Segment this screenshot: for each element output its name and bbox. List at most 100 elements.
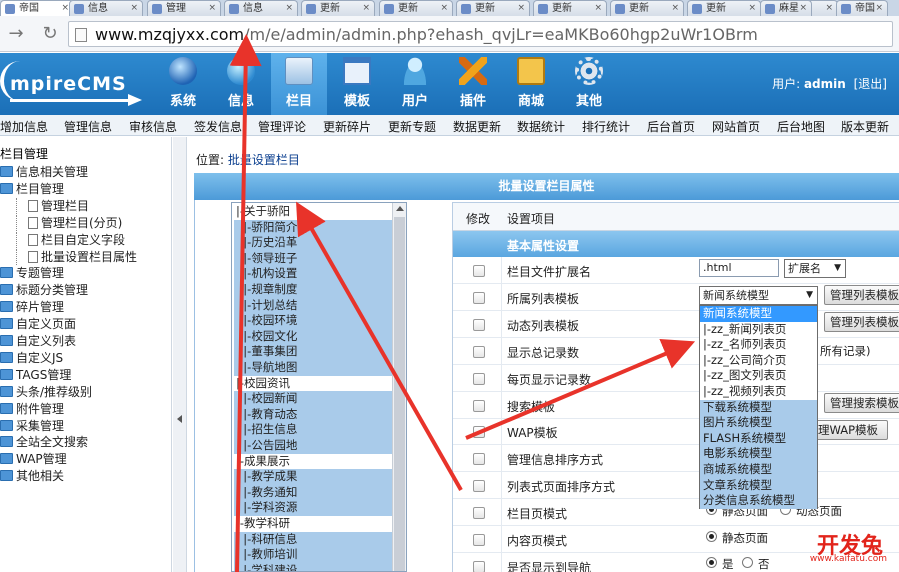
browser-tab[interactable]: 更新 × xyxy=(379,0,453,16)
quick-menu-link[interactable]: 管理评论 xyxy=(258,118,306,135)
sidebar-item[interactable]: 管理栏目(分页) xyxy=(16,214,122,231)
scroll-up-icon[interactable] xyxy=(396,206,404,211)
nav-no-radio[interactable] xyxy=(742,557,753,568)
list-template-dropdown[interactable]: 新闻系统模型 |-zz_新闻列表页 |-zz_名师列表页 |-zz_公司简介页 |-zz… xyxy=(699,305,818,509)
sidebar-item[interactable]: 自定义列表 xyxy=(0,333,76,349)
tab-close-icon[interactable]: × xyxy=(130,1,138,16)
tab-close-icon[interactable]: × xyxy=(594,1,602,16)
dropdown-option[interactable]: |-zz_名师列表页 xyxy=(700,337,817,353)
file-ext-select[interactable]: 扩展名 ▼ xyxy=(784,259,846,278)
reload-icon[interactable]: ↻ xyxy=(38,22,62,46)
sidebar-item[interactable]: WAP管理 xyxy=(0,451,67,467)
category-option[interactable]: |-关于骄阳 xyxy=(234,204,392,220)
category-option[interactable]: |-校园文化 xyxy=(234,328,392,345)
quick-menu-link[interactable]: 网站首页 xyxy=(712,118,760,135)
tab-close-icon[interactable]: × xyxy=(799,1,807,16)
tab-close-icon[interactable]: × xyxy=(875,1,883,16)
browser-tab[interactable]: 更新 × xyxy=(610,0,684,16)
sidebar-item[interactable]: 自定义JS xyxy=(0,350,63,366)
category-option[interactable]: |-机构设置 xyxy=(234,266,392,282)
dropdown-option[interactable]: 商城系统模型 xyxy=(700,462,817,478)
sidebar-item[interactable]: 信息相关管理 xyxy=(0,164,88,180)
category-option[interactable]: |-学科建设 xyxy=(234,562,392,571)
category-multiselect[interactable]: |-学科建设 |-教师培训 |-科研信息 |-教学科研 |-学科资源 |-教务通知… xyxy=(231,202,407,572)
sidebar-item[interactable]: 头条/推荐级别 xyxy=(0,384,92,400)
category-option[interactable]: |-领导班子 xyxy=(234,250,392,267)
category-option[interactable]: |-校园环境 xyxy=(234,313,392,329)
file-ext-input[interactable]: .html xyxy=(699,259,779,277)
back-arrow-icon[interactable]: → xyxy=(4,22,28,46)
modify-checkbox[interactable] xyxy=(473,265,485,277)
dropdown-option[interactable]: 图片系统模型 xyxy=(700,415,817,431)
sidebar-item[interactable]: 碎片管理 xyxy=(0,299,64,315)
sidebar-item[interactable]: 其他相关 xyxy=(0,468,64,484)
nav-item[interactable]: 插件 xyxy=(445,53,501,115)
quick-menu-link[interactable]: 数据更新 xyxy=(453,118,501,135)
sidebar-item[interactable]: 附件管理 xyxy=(0,401,64,417)
sidebar-item[interactable]: 专题管理 xyxy=(0,265,64,281)
manage-wap-template-button[interactable]: 理WAP模板 xyxy=(812,420,888,440)
quick-menu-link[interactable]: 版本更新 xyxy=(841,118,889,135)
tab-close-icon[interactable]: × xyxy=(440,1,448,16)
sidebar-item[interactable]: 采集管理 xyxy=(0,418,64,434)
browser-tab[interactable]: 帝国 × xyxy=(0,0,74,16)
category-option[interactable]: |-计划总结 xyxy=(234,297,392,314)
category-option[interactable]: |-骄阳简介 xyxy=(234,219,392,236)
category-option[interactable]: |-教师培训 xyxy=(234,547,392,563)
category-option[interactable]: |-教务通知 xyxy=(234,484,392,501)
tab-close-icon[interactable]: × xyxy=(748,1,756,16)
address-bar[interactable]: www.mzqjyxx.com/m/e/admin/admin.php?ehas… xyxy=(68,21,893,47)
tab-close-icon[interactable]: × xyxy=(362,1,370,16)
sidebar-item[interactable]: 栏目管理 xyxy=(0,181,64,197)
category-option[interactable]: |-历史沿革 xyxy=(234,235,392,251)
dropdown-option[interactable]: 分类信息系统模型 xyxy=(700,493,817,509)
sidebar-splitter[interactable] xyxy=(173,137,187,572)
dropdown-option[interactable]: |-zz_公司简介页 xyxy=(700,353,817,369)
quick-menu-link[interactable]: 更新碎片 xyxy=(323,118,371,135)
sidebar-item[interactable]: 全站全文搜索 xyxy=(0,434,88,450)
modify-checkbox[interactable] xyxy=(473,318,485,331)
dropdown-option[interactable]: |-zz_新闻列表页 xyxy=(700,322,817,338)
tab-close-icon[interactable]: × xyxy=(517,1,525,16)
category-option[interactable]: |-校园新闻 xyxy=(234,391,392,407)
nav-item[interactable]: 用户 xyxy=(387,53,443,115)
category-option[interactable]: |-教育动态 xyxy=(234,406,392,423)
category-option[interactable]: |-学科资源 xyxy=(234,500,392,516)
category-option[interactable]: |-科研信息 xyxy=(234,531,392,548)
logout-link[interactable]: [退出] xyxy=(854,77,887,91)
sidebar-item[interactable]: 自定义页面 xyxy=(0,316,76,332)
dropdown-option[interactable]: |-zz_视频列表页 xyxy=(700,384,817,400)
dropdown-option[interactable]: 新闻系统模型 xyxy=(700,306,817,322)
sidebar-item[interactable]: 标题分类管理 xyxy=(0,282,88,298)
browser-tab[interactable]: 更新 × xyxy=(456,0,530,16)
nav-item[interactable]: 系统 xyxy=(155,53,211,115)
breadcrumb-link[interactable]: 批量设置栏目 xyxy=(228,153,300,167)
browser-tab[interactable]: 信息 × xyxy=(224,0,298,16)
quick-menu-link[interactable]: 后台首页 xyxy=(647,118,695,135)
nav-item[interactable]: 其他 xyxy=(561,53,617,115)
category-option[interactable]: |-导航地图 xyxy=(234,360,392,376)
nav-item[interactable]: 栏目 xyxy=(271,53,327,115)
dropdown-option[interactable]: 电影系统模型 xyxy=(700,446,817,462)
manage-search-template-button[interactable]: 管理搜索模板 xyxy=(824,393,899,413)
nav-item[interactable]: 商城 xyxy=(503,53,559,115)
quick-menu-link[interactable]: 后台地图 xyxy=(777,118,825,135)
sidebar-item[interactable]: TAGS管理 xyxy=(0,367,71,383)
dropdown-option[interactable]: FLASH系统模型 xyxy=(700,430,817,447)
browser-tab[interactable]: 帝国 × xyxy=(836,0,888,16)
category-option[interactable]: |-董事集团 xyxy=(234,344,392,360)
browser-tab[interactable]: 更新 × xyxy=(533,0,607,16)
modify-checkbox[interactable] xyxy=(473,399,485,412)
quick-menu-link[interactable]: 更新专题 xyxy=(388,118,436,135)
category-option[interactable]: |-校园资讯 xyxy=(234,375,392,392)
category-option[interactable]: |-教学成果 xyxy=(234,469,392,485)
modify-checkbox[interactable] xyxy=(473,372,485,385)
tab-close-icon[interactable]: × xyxy=(61,1,69,16)
sidebar-item[interactable]: 管理栏目 xyxy=(16,197,89,214)
tab-close-icon[interactable]: × xyxy=(671,1,679,16)
manage-list-template-button[interactable]: 管理列表模板 xyxy=(824,285,899,305)
nav-item[interactable]: 信息 xyxy=(213,53,269,115)
quick-menu-link[interactable]: 增加信息 xyxy=(0,118,48,135)
category-scrollbar[interactable] xyxy=(392,203,406,571)
nav-item[interactable]: 模板 xyxy=(329,53,385,115)
